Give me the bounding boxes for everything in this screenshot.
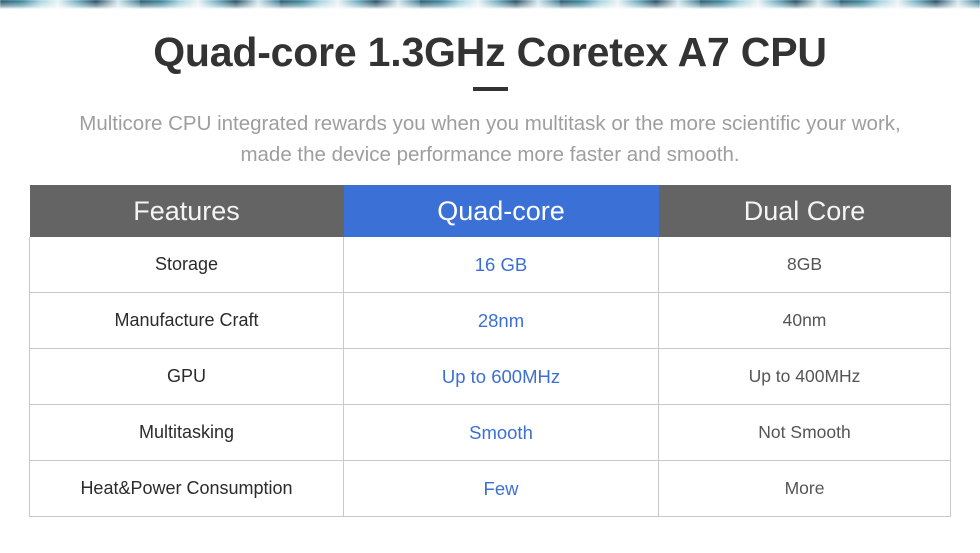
- row-dual-value: 40nm: [658, 292, 951, 349]
- row-feature-label: Storage: [29, 237, 344, 293]
- row-dual-value: More: [658, 460, 951, 517]
- row-feature-label: Heat&Power Consumption: [29, 460, 344, 517]
- row-feature-label: GPU: [29, 348, 344, 405]
- title-block: Quad-core 1.3GHz Coretex A7 CPU: [0, 26, 980, 91]
- column-header-dual-core: Dual Core: [658, 185, 951, 237]
- column-header-features: Features: [29, 185, 344, 237]
- table-header: Features Quad-core Dual Core: [29, 185, 951, 237]
- table-row: Heat&Power Consumption Few More: [29, 460, 951, 517]
- table-row: Multitasking Smooth Not Smooth: [29, 404, 951, 461]
- row-dual-value: 8GB: [658, 237, 951, 293]
- table-row: GPU Up to 600MHz Up to 400MHz: [29, 348, 951, 405]
- subtitle: Multicore CPU integrated rewards you whe…: [0, 108, 980, 170]
- row-feature-label: Manufacture Craft: [29, 292, 344, 349]
- top-image-strip: [0, 0, 980, 9]
- row-dual-value: Up to 400MHz: [658, 348, 951, 405]
- cpu-comparison-table: Features Quad-core Dual Core Storage 16 …: [29, 185, 951, 517]
- row-quad-value: 28nm: [343, 292, 659, 349]
- page-title: Quad-core 1.3GHz Coretex A7 CPU: [153, 29, 827, 75]
- row-quad-value: Few: [343, 460, 659, 517]
- row-quad-value: 16 GB: [343, 237, 659, 293]
- subtitle-line-1: Multicore CPU integrated rewards you whe…: [79, 112, 901, 135]
- table-header-row: Features Quad-core Dual Core: [29, 185, 951, 237]
- row-quad-value: Smooth: [343, 404, 659, 461]
- column-header-quad-core: Quad-core: [343, 185, 659, 237]
- row-feature-label: Multitasking: [29, 404, 344, 461]
- subtitle-line-2: made the device performance more faster …: [240, 143, 740, 166]
- table-body: Storage 16 GB 8GB Manufacture Craft 28nm…: [29, 237, 951, 517]
- title-divider: [472, 87, 508, 91]
- table-row: Storage 16 GB 8GB: [29, 237, 951, 293]
- row-dual-value: Not Smooth: [658, 404, 951, 461]
- row-quad-value: Up to 600MHz: [343, 348, 659, 405]
- table-row: Manufacture Craft 28nm 40nm: [29, 292, 951, 349]
